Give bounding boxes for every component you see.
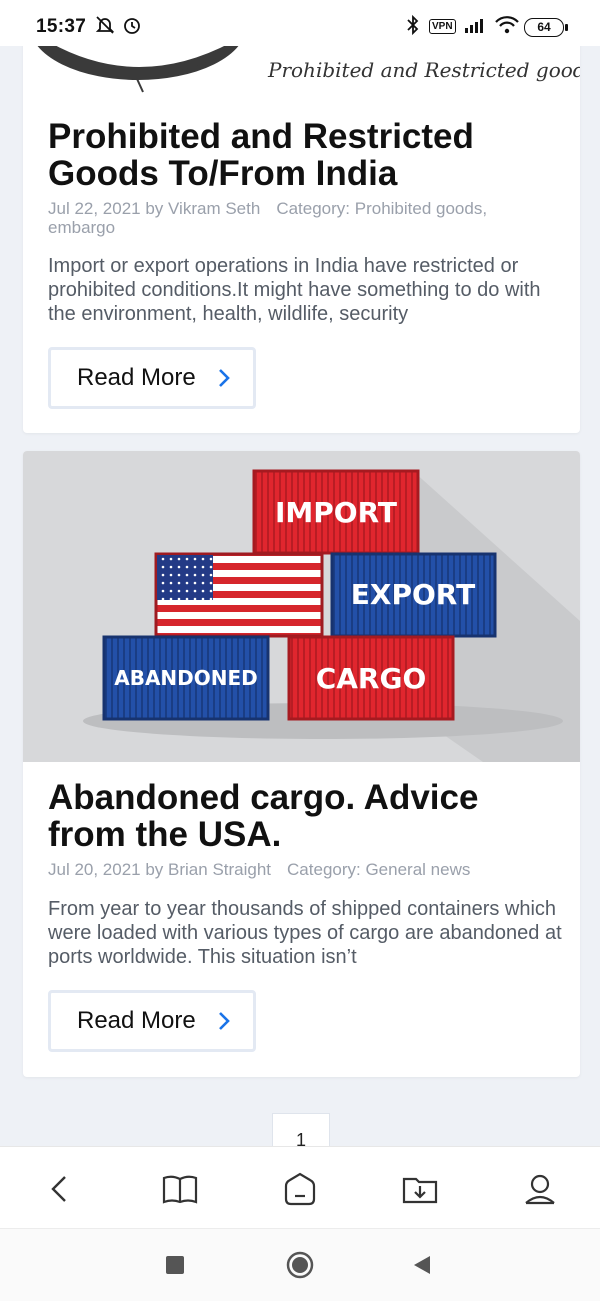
post-title[interactable]: Prohibited and Restricted Goods To/From … (48, 118, 558, 192)
signal-icon (465, 19, 483, 33)
post-excerpt: Import or export operations in India hav… (48, 255, 541, 325)
chevron-right-icon (219, 1012, 230, 1030)
downloads-icon[interactable] (400, 1169, 440, 1209)
home-circle-icon[interactable] (286, 1251, 314, 1279)
post-meta: Jul 20, 2021 by Brian Straight Category: … (48, 860, 558, 879)
chevron-right-icon (219, 369, 230, 387)
back-icon[interactable] (40, 1169, 80, 1209)
container-export-label: EXPORT (351, 578, 475, 611)
read-more-button[interactable]: Read More (48, 990, 256, 1052)
hero-caption: Prohibited and Restricted good (268, 58, 580, 82)
alarm-icon (124, 18, 140, 34)
post-title[interactable]: Abandoned cargo. Advice from the USA. (48, 779, 558, 853)
battery-icon: 64 (524, 18, 568, 37)
profile-icon[interactable] (520, 1169, 560, 1209)
post-card: IMPORT EXPORT ABANDONED CARGO Abandoned … (23, 451, 580, 1077)
browser-toolbar (0, 1146, 600, 1229)
post-excerpt: From year to year thousands of shipped c… (48, 898, 562, 968)
status-bar: 15:37 VPN 64 (0, 0, 600, 46)
container-abandoned-label: ABANDONED (114, 666, 258, 690)
back-triangle-icon[interactable] (412, 1254, 432, 1276)
post-meta: Jul 22, 2021 by Vikram Seth Category: Pro… (48, 199, 558, 237)
container-cargo-label: CARGO (316, 662, 427, 695)
bluetooth-icon (407, 14, 419, 36)
post-feature-image[interactable]: IMPORT EXPORT ABANDONED CARGO (23, 451, 580, 762)
read-more-label: Read More (77, 1007, 196, 1034)
vpn-badge: VPN (429, 19, 456, 34)
mute-icon (95, 16, 115, 34)
wifi-icon (495, 16, 519, 34)
read-more-label: Read More (77, 364, 196, 391)
bookmarks-icon[interactable] (160, 1169, 200, 1209)
post-category[interactable]: Category: General news (287, 860, 470, 879)
post-date-author[interactable]: Jul 22, 2021 by Vikram Seth (48, 199, 260, 218)
system-navigation-bar (0, 1228, 600, 1301)
container-import-label: IMPORT (275, 496, 397, 529)
read-more-button[interactable]: Read More (48, 347, 256, 409)
home-icon[interactable] (280, 1169, 320, 1209)
recents-icon[interactable] (165, 1255, 185, 1275)
post-card: INDIA Prohibited and Restricted good Pro… (23, 0, 580, 433)
status-time: 15:37 (36, 16, 87, 37)
post-date-author[interactable]: Jul 20, 2021 by Brian Straight (48, 860, 271, 879)
